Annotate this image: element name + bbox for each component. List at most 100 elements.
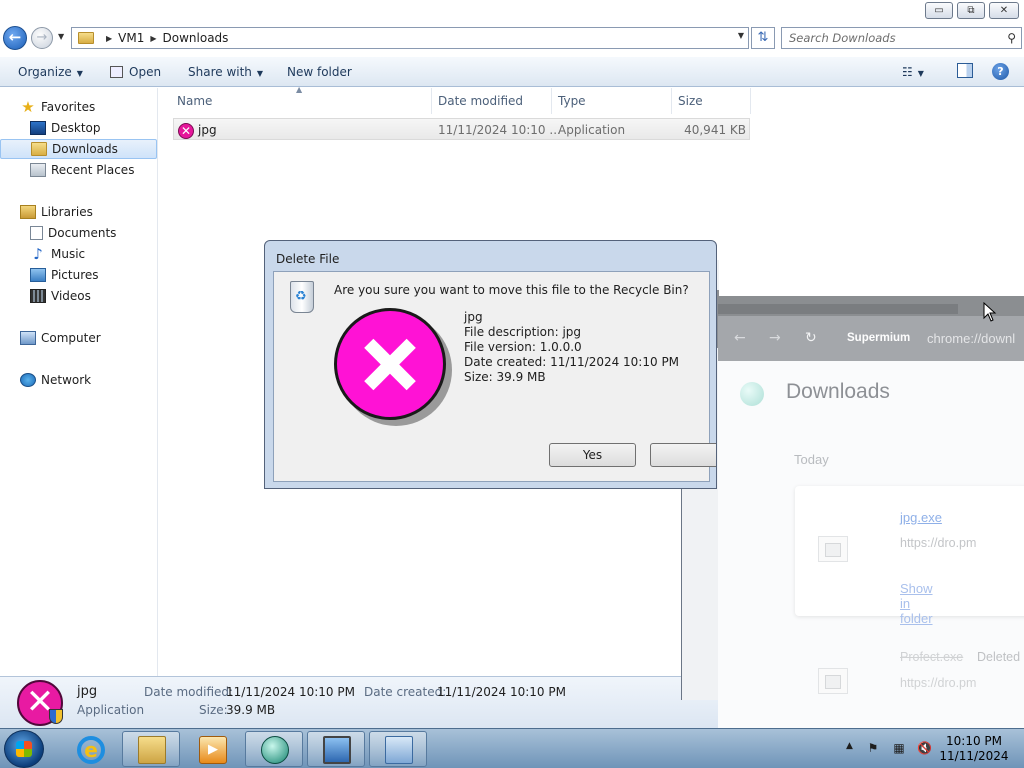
chevron-down-icon: ▼: [76, 69, 83, 78]
nav-pictures[interactable]: Pictures: [0, 265, 157, 285]
details-date-created: 11/11/2024 10:10 PM: [437, 685, 566, 699]
breadcrumb-vm1[interactable]: VM1: [118, 31, 144, 45]
control-panel-icon: [385, 736, 413, 764]
search-input[interactable]: [782, 28, 992, 48]
forward-button[interactable]: →: [31, 27, 53, 49]
dialog-file-version: File version: 1.0.0.0: [464, 340, 582, 354]
nav-computer[interactable]: Computer: [0, 328, 157, 348]
chevron-down-icon[interactable]: ▼: [738, 31, 744, 40]
folder-icon: [138, 736, 166, 764]
nav-label: Favorites: [41, 100, 96, 114]
url-input[interactable]: chrome://downl: [927, 331, 1015, 346]
help-icon[interactable]: ?: [992, 63, 1009, 80]
column-divider[interactable]: [671, 88, 672, 114]
yes-button[interactable]: Yes: [549, 443, 636, 467]
open-label: Open: [129, 65, 162, 79]
column-divider[interactable]: [750, 88, 751, 114]
nav-favorites[interactable]: ★ Favorites: [0, 97, 157, 117]
nav-videos[interactable]: Videos: [0, 286, 157, 306]
start-button[interactable]: [4, 730, 44, 768]
column-divider[interactable]: [551, 88, 552, 114]
taskbar-windows-explorer[interactable]: [122, 731, 180, 767]
show-hidden-icons-arrow-icon[interactable]: ▲: [846, 741, 853, 751]
file-type: Application: [558, 123, 626, 137]
minimize-button[interactable]: ▭: [925, 2, 953, 19]
dialog-question: Are you sure you want to move this file …: [334, 283, 689, 297]
dialog-file-size: Size: 39.9 MB: [464, 370, 546, 384]
dialog-body: Are you sure you want to move this file …: [273, 271, 716, 482]
file-size: 40,941 KB: [684, 123, 746, 137]
clock-time: 10:10 PM: [946, 734, 1002, 748]
address-bar[interactable]: ▶ VM1 ▶ Downloads ▼: [71, 27, 749, 49]
change-view-button[interactable]: ☷ ▼: [902, 65, 924, 79]
chevron-down-icon: ▼: [917, 69, 924, 78]
volume-muted-icon[interactable]: 🔇: [917, 741, 932, 755]
mouse-cursor-icon: [983, 302, 997, 322]
share-with-button[interactable]: Share with ▼: [188, 65, 263, 79]
nav-label: Libraries: [41, 205, 93, 219]
close-button[interactable]: ✕: [989, 2, 1019, 19]
column-divider[interactable]: [431, 88, 432, 114]
browser-tabstrip: [718, 304, 958, 314]
browser-toolbar: ← → ↻ Supermium chrome://downl: [718, 316, 1024, 361]
file-name: jpg: [198, 123, 217, 137]
taskbar-supermium[interactable]: [245, 731, 303, 767]
column-header-size[interactable]: Size: [678, 94, 703, 108]
taskbar-media-player[interactable]: ▶: [183, 731, 241, 767]
column-header-name[interactable]: Name: [177, 94, 212, 108]
music-icon: ♪: [33, 245, 43, 263]
details-date-modified-label: Date modified:: [144, 685, 234, 699]
nav-label: Pictures: [51, 268, 99, 282]
nav-documents[interactable]: Documents: [0, 223, 157, 243]
sort-ascending-icon: ▲: [296, 85, 303, 94]
arrow-right-icon[interactable]: →: [769, 330, 781, 346]
nav-desktop[interactable]: Desktop: [0, 118, 157, 138]
videos-icon: [30, 289, 46, 303]
media-player-icon: ▶: [199, 736, 227, 764]
site-chip[interactable]: Supermium: [847, 332, 910, 344]
taskbar-remote-app[interactable]: [307, 731, 365, 767]
clock[interactable]: 10:10 PM 11/11/2024: [938, 734, 1010, 764]
search-icon[interactable]: ⚲: [1007, 31, 1016, 45]
nav-network[interactable]: Network: [0, 370, 157, 390]
uac-shield-icon: [49, 709, 63, 724]
show-in-folder-link[interactable]: Show in folder: [900, 581, 933, 626]
chevron-right-icon: ▶: [150, 33, 157, 43]
column-header-date-modified[interactable]: Date modified: [438, 94, 523, 108]
recent-pages-dropdown[interactable]: ▼: [58, 32, 64, 41]
nav-libraries[interactable]: Libraries: [0, 202, 157, 222]
table-row[interactable]: ✕ jpg 11/11/2024 10:10 ... Application 4…: [173, 118, 750, 140]
back-button[interactable]: ←: [3, 26, 27, 50]
search-box[interactable]: ⚲: [781, 27, 1022, 49]
nav-recent-places[interactable]: Recent Places: [0, 160, 157, 180]
dialog-file-name: jpg: [464, 310, 483, 324]
maximize-button[interactable]: ⧉: [957, 2, 985, 19]
breadcrumb-downloads[interactable]: Downloads: [163, 31, 229, 45]
taskbar-internet-explorer[interactable]: e: [61, 731, 119, 767]
download-file-link[interactable]: jpg.exe: [900, 510, 942, 525]
supermium-logo-icon: [261, 736, 289, 764]
open-button[interactable]: Open: [110, 65, 161, 79]
arrow-left-icon[interactable]: ←: [734, 330, 746, 346]
organize-button[interactable]: Organize ▼: [18, 65, 83, 79]
new-folder-button[interactable]: New folder: [287, 65, 352, 79]
taskbar: e ▶ ▲ ⚑ ▦ 🔇 10:10 PM 11/11/2024: [0, 728, 1024, 768]
reload-icon[interactable]: ↻: [805, 330, 817, 346]
open-icon: [110, 66, 123, 78]
file-date-modified: 11/11/2024 10:10 ...: [438, 123, 561, 137]
nav-label: Network: [41, 373, 92, 387]
organize-label: Organize: [18, 65, 72, 79]
column-header-type[interactable]: Type: [558, 94, 586, 108]
browser-window: ← → ↻ Supermium chrome://downl Downloads…: [718, 296, 1024, 728]
pictures-icon: [30, 268, 46, 282]
nav-downloads[interactable]: Downloads: [0, 139, 157, 159]
nav-label: Desktop: [51, 121, 101, 135]
network-tray-icon[interactable]: ▦: [892, 741, 906, 755]
nav-music[interactable]: ♪ Music: [0, 244, 157, 264]
taskbar-control-panel[interactable]: [369, 731, 427, 767]
details-date-modified: 11/11/2024 10:10 PM: [226, 685, 355, 699]
action-center-flag-icon[interactable]: ⚑: [866, 741, 880, 755]
refresh-button[interactable]: ⇅: [751, 27, 775, 49]
no-button[interactable]: [650, 443, 716, 467]
preview-pane-icon[interactable]: [957, 63, 973, 78]
